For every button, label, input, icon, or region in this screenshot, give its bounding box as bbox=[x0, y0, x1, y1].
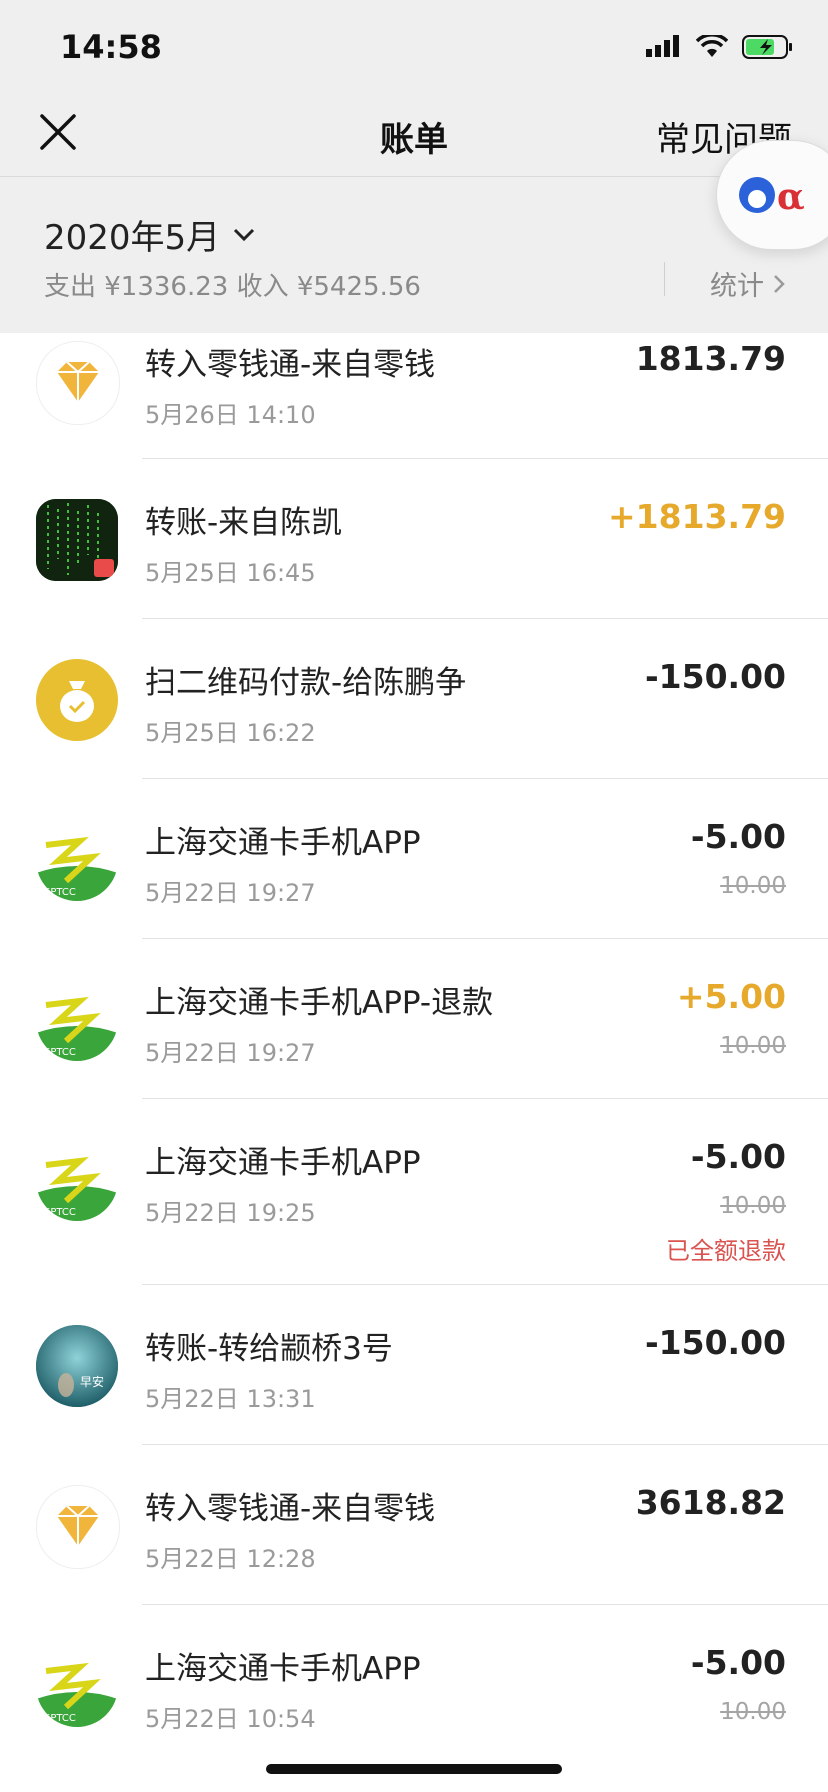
avatar-caption: 早安 bbox=[80, 1375, 105, 1389]
transaction-amount: 3618.82 bbox=[635, 1483, 786, 1522]
transaction-time: 5月22日 19:27 bbox=[145, 1039, 316, 1067]
svg-text:SPTCC: SPTCC bbox=[44, 1207, 76, 1218]
wifi-icon bbox=[696, 35, 728, 57]
original-amount: 10.00 bbox=[720, 1699, 786, 1725]
sptcc-logo: SPTCC bbox=[36, 1645, 118, 1727]
original-amount: 10.00 bbox=[720, 1193, 786, 1219]
transaction-time: 5月22日 13:31 bbox=[145, 1385, 316, 1413]
original-amount: 10.00 bbox=[720, 1033, 786, 1059]
transaction-row[interactable]: 转账-来自陈凯 5月25日 16:45 +1813.79 bbox=[0, 459, 828, 619]
transaction-time: 5月25日 16:45 bbox=[145, 559, 316, 587]
diamond-icon bbox=[36, 1485, 120, 1569]
refund-status-tag: 已全额退款 bbox=[666, 1237, 786, 1265]
summary-divider bbox=[664, 262, 665, 296]
transaction-amount: -150.00 bbox=[644, 657, 786, 696]
transaction-title: 转入零钱通-来自零钱 bbox=[145, 1491, 436, 1527]
cellular-signal-icon bbox=[646, 35, 679, 57]
month-label: 2020年5月 bbox=[44, 218, 221, 258]
nav-bar: 账单 常见问题 bbox=[0, 100, 828, 177]
transaction-row[interactable]: 早安 转账-转给颛桥3号 5月22日 13:31 -150.00 bbox=[0, 1285, 828, 1445]
transaction-title: 转账-来自陈凯 bbox=[145, 505, 343, 541]
home-indicator[interactable] bbox=[266, 1764, 562, 1774]
diamond-icon bbox=[36, 341, 120, 425]
transaction-title: 上海交通卡手机APP bbox=[145, 1145, 421, 1181]
svg-text:SPTCC: SPTCC bbox=[44, 1713, 76, 1724]
chevron-down-icon bbox=[234, 228, 255, 241]
status-time: 14:58 bbox=[60, 28, 162, 66]
transaction-amount: -5.00 bbox=[690, 1643, 786, 1682]
money-bag-icon bbox=[36, 659, 118, 741]
stats-link[interactable]: 统计 bbox=[710, 264, 786, 303]
sptcc-logo: SPTCC bbox=[36, 979, 118, 1061]
transaction-row[interactable]: SPTCC 上海交通卡手机APP-退款 5月22日 19:27 +5.00 10… bbox=[0, 939, 828, 1099]
input-method-icon: α bbox=[739, 176, 805, 217]
svg-text:SPTCC: SPTCC bbox=[44, 887, 76, 898]
transaction-title: 转入零钱通-来自零钱 bbox=[145, 347, 436, 383]
original-amount: 10.00 bbox=[720, 873, 786, 899]
status-icons bbox=[646, 34, 794, 60]
transaction-row[interactable]: SPTCC 上海交通卡手机APP 5月22日 19:25 -5.00 10.00… bbox=[0, 1099, 828, 1284]
transaction-amount: -5.00 bbox=[690, 1137, 786, 1176]
svg-text:α: α bbox=[777, 176, 805, 217]
transaction-row[interactable]: 扫二维码付款-给陈鹏争 5月25日 16:22 -150.00 bbox=[0, 619, 828, 779]
transaction-row[interactable]: SPTCC 上海交通卡手机APP 5月22日 10:54 -5.00 10.00 bbox=[0, 1605, 828, 1765]
stats-label: 统计 bbox=[710, 271, 764, 302]
transaction-time: 5月22日 10:54 bbox=[145, 1705, 316, 1733]
transaction-time: 5月22日 19:25 bbox=[145, 1199, 316, 1227]
transaction-time: 5月22日 19:27 bbox=[145, 879, 316, 907]
transaction-title: 上海交通卡手机APP bbox=[145, 825, 421, 861]
chevron-right-icon bbox=[774, 274, 785, 293]
expense-income-summary: 支出 ¥1336.23 收入 ¥5425.56 bbox=[44, 272, 421, 302]
transaction-amount: +1813.79 bbox=[608, 497, 786, 536]
status-bar: 14:58 bbox=[0, 0, 828, 100]
sptcc-logo: SPTCC bbox=[36, 819, 118, 901]
floating-input-method-bubble[interactable]: α bbox=[716, 140, 828, 250]
transaction-amount: 1813.79 bbox=[635, 339, 786, 378]
svg-text:SPTCC: SPTCC bbox=[44, 1047, 76, 1058]
transaction-amount: +5.00 bbox=[676, 977, 786, 1016]
battery-charging-icon bbox=[742, 35, 792, 59]
transaction-time: 5月22日 12:28 bbox=[145, 1545, 316, 1573]
transaction-amount: -150.00 bbox=[644, 1323, 786, 1362]
sptcc-logo: SPTCC bbox=[36, 1139, 118, 1221]
contact-avatar-ocean: 早安 bbox=[36, 1325, 118, 1407]
transaction-title: 转账-转给颛桥3号 bbox=[145, 1331, 393, 1367]
transaction-title: 扫二维码付款-给陈鹏争 bbox=[145, 665, 467, 701]
transaction-title: 上海交通卡手机APP bbox=[145, 1651, 421, 1687]
transaction-title: 上海交通卡手机APP-退款 bbox=[145, 985, 494, 1021]
transaction-amount: -5.00 bbox=[690, 817, 786, 856]
transaction-time: 5月25日 16:22 bbox=[145, 719, 316, 747]
transaction-time: 5月26日 14:10 bbox=[145, 401, 316, 429]
transaction-row[interactable]: 转入零钱通-来自零钱 5月22日 12:28 3618.82 bbox=[0, 1445, 828, 1605]
month-selector[interactable]: 2020年5月 bbox=[44, 210, 256, 259]
transaction-row[interactable]: SPTCC 上海交通卡手机APP 5月22日 19:27 -5.00 10.00 bbox=[0, 779, 828, 939]
contact-avatar-matrix bbox=[36, 499, 118, 581]
